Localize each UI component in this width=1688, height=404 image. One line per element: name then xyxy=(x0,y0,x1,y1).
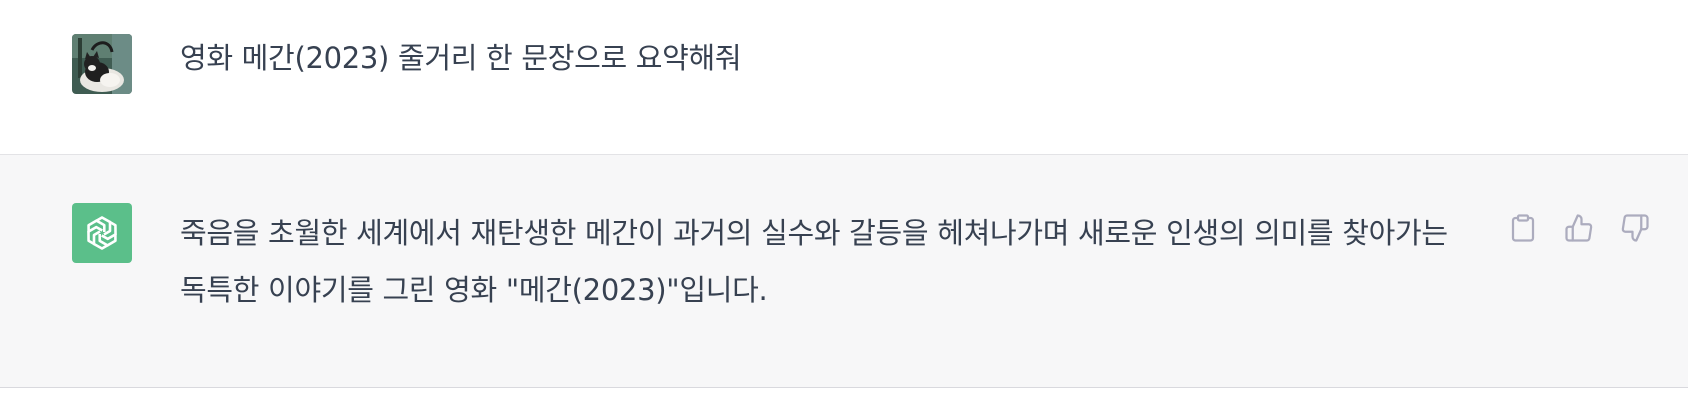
assistant-message: 죽음을 초월한 세계에서 재탄생한 메간이 과거의 실수와 갈등을 헤쳐나가며 … xyxy=(0,155,1688,388)
thumbs-down-button[interactable] xyxy=(1616,209,1654,247)
cat-photo-image xyxy=(72,34,132,94)
thumbs-up-button[interactable] xyxy=(1560,209,1598,247)
assistant-avatar xyxy=(72,203,132,263)
user-avatar xyxy=(72,34,132,94)
conversation-thread: 영화 메간(2023) 줄거리 한 문장으로 요약해줘 죽음을 초월한 세계에서… xyxy=(0,0,1688,404)
copy-button[interactable] xyxy=(1504,209,1542,247)
message-actions xyxy=(1504,209,1654,247)
user-message: 영화 메간(2023) 줄거리 한 문장으로 요약해줘 xyxy=(0,0,1688,155)
user-message-text: 영화 메간(2023) 줄거리 한 문장으로 요약해줘 xyxy=(180,41,742,75)
thumbs-down-icon xyxy=(1621,214,1649,242)
thumbs-up-icon xyxy=(1565,214,1593,242)
clipboard-icon xyxy=(1511,214,1535,242)
assistant-message-text: 죽음을 초월한 세계에서 재탄생한 메간이 과거의 실수와 갈등을 헤쳐나가며 … xyxy=(180,216,1448,307)
openai-logo-icon xyxy=(72,203,132,263)
